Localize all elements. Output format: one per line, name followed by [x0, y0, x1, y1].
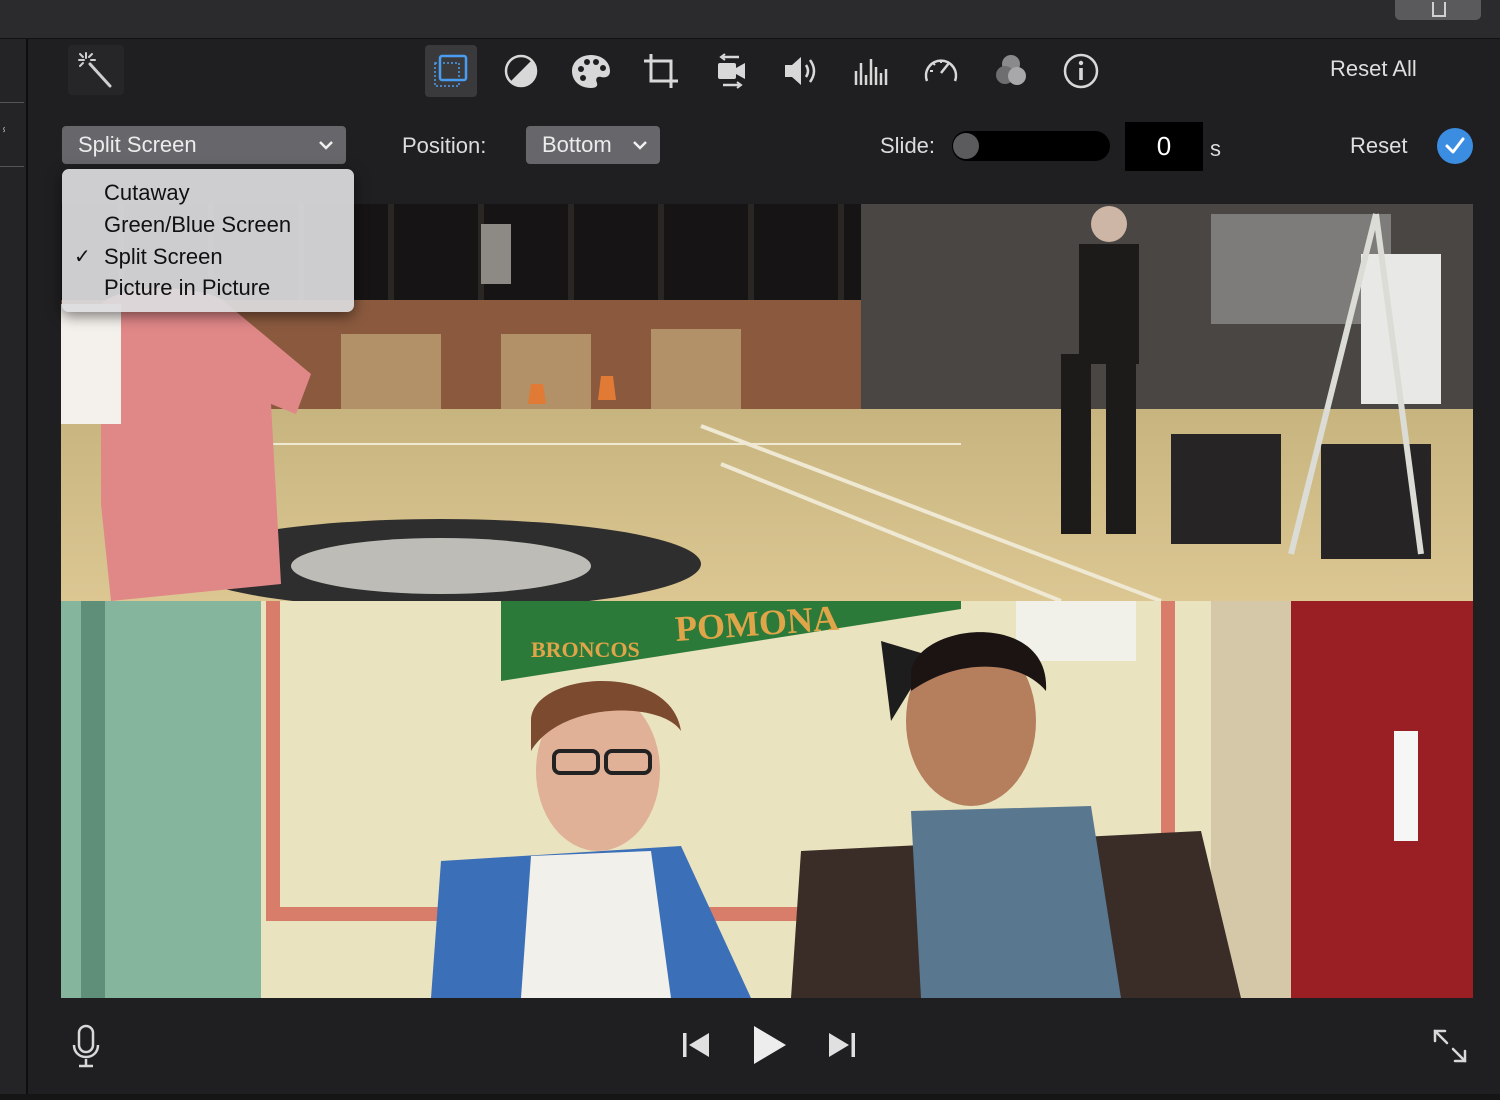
overlay-mode-popup[interactable]: Split Screen	[62, 126, 346, 164]
skip-back-icon	[683, 1033, 709, 1057]
play-icon	[754, 1026, 786, 1064]
overlay-mode-menu: Cutaway Green/Blue Screen ✓ Split Screen…	[62, 169, 354, 312]
noise-reduction-equalizer-button[interactable]	[845, 45, 897, 97]
slide-duration-field[interactable]: 0	[1125, 122, 1203, 171]
share-icon	[1432, 2, 1446, 17]
enhance-button[interactable]	[68, 45, 124, 95]
menu-item-label: Split Screen	[104, 244, 223, 269]
menu-item-green-blue-screen[interactable]: Green/Blue Screen	[62, 209, 354, 241]
share-button[interactable]	[1395, 0, 1481, 20]
menu-item-check: ✓	[74, 246, 91, 268]
window-titlebar	[0, 0, 1500, 39]
menu-item-label: Green/Blue Screen	[104, 212, 292, 237]
apply-button[interactable]	[1437, 128, 1473, 164]
crop-icon	[644, 54, 678, 88]
video-viewer[interactable]: BRONCOS POMONA	[61, 204, 1473, 998]
filter-circles-icon	[996, 55, 1026, 85]
skip-forward-icon	[829, 1033, 855, 1057]
equalizer-icon	[854, 59, 888, 85]
skip-back-button[interactable]	[676, 1027, 716, 1063]
play-button[interactable]	[745, 1022, 793, 1068]
chevron-down-icon	[319, 141, 333, 150]
magic-wand-icon	[78, 52, 112, 88]
voiceover-button[interactable]	[66, 1022, 106, 1070]
left-panel-edge: ⸯ	[0, 39, 28, 1100]
color-balance-icon	[504, 54, 538, 88]
expand-icon	[1433, 1029, 1467, 1063]
palette-icon	[572, 55, 610, 88]
slide-label: Slide:	[880, 133, 936, 158]
panel-edge-glyph: ⸯ	[0, 128, 9, 144]
info-icon	[1063, 53, 1099, 89]
overlay-icon	[434, 54, 468, 87]
slide-slider-knob[interactable]	[953, 133, 979, 159]
fullscreen-button[interactable]	[1428, 1024, 1472, 1068]
color-balance-button[interactable]	[495, 45, 547, 97]
position-value: Bottom	[542, 132, 612, 157]
position-popup[interactable]: Bottom	[526, 126, 660, 164]
checkmark-icon	[1445, 137, 1465, 154]
cropping-button[interactable]	[635, 45, 687, 97]
stabilization-button[interactable]	[705, 45, 757, 97]
menu-item-split-screen[interactable]: ✓ Split Screen	[62, 241, 354, 273]
position-label: Position:	[402, 133, 487, 158]
slide-unit-label: s	[1210, 136, 1221, 161]
chevron-down-icon	[633, 141, 647, 150]
overlay-clip-frame: BRONCOS POMONA	[61, 601, 1473, 998]
menu-item-cutaway[interactable]: Cutaway	[62, 177, 354, 209]
camera-stabilization-icon	[718, 53, 745, 89]
reset-button[interactable]: Reset	[1350, 133, 1407, 159]
overlay-mode-value: Split Screen	[78, 132, 197, 157]
menu-item-label: Picture in Picture	[104, 275, 271, 300]
speed-button[interactable]	[915, 45, 967, 97]
window-bottom-edge	[0, 1094, 1500, 1100]
menu-item-label: Cutaway	[104, 180, 190, 205]
speaker-icon	[785, 57, 816, 85]
volume-button[interactable]	[775, 45, 827, 97]
menu-item-picture-in-picture[interactable]: Picture in Picture	[62, 272, 354, 304]
skip-forward-button[interactable]	[822, 1027, 862, 1063]
video-overlay-settings-button[interactable]	[425, 45, 477, 97]
microphone-icon	[72, 1024, 100, 1068]
clip-filter-button[interactable]	[985, 45, 1037, 97]
clip-info-button[interactable]	[1055, 45, 1107, 97]
color-correction-button[interactable]	[565, 45, 617, 97]
reset-all-button[interactable]: Reset All	[1330, 56, 1417, 82]
speedometer-icon	[924, 59, 958, 82]
pennant-left-text: BRONCOS	[531, 637, 640, 662]
